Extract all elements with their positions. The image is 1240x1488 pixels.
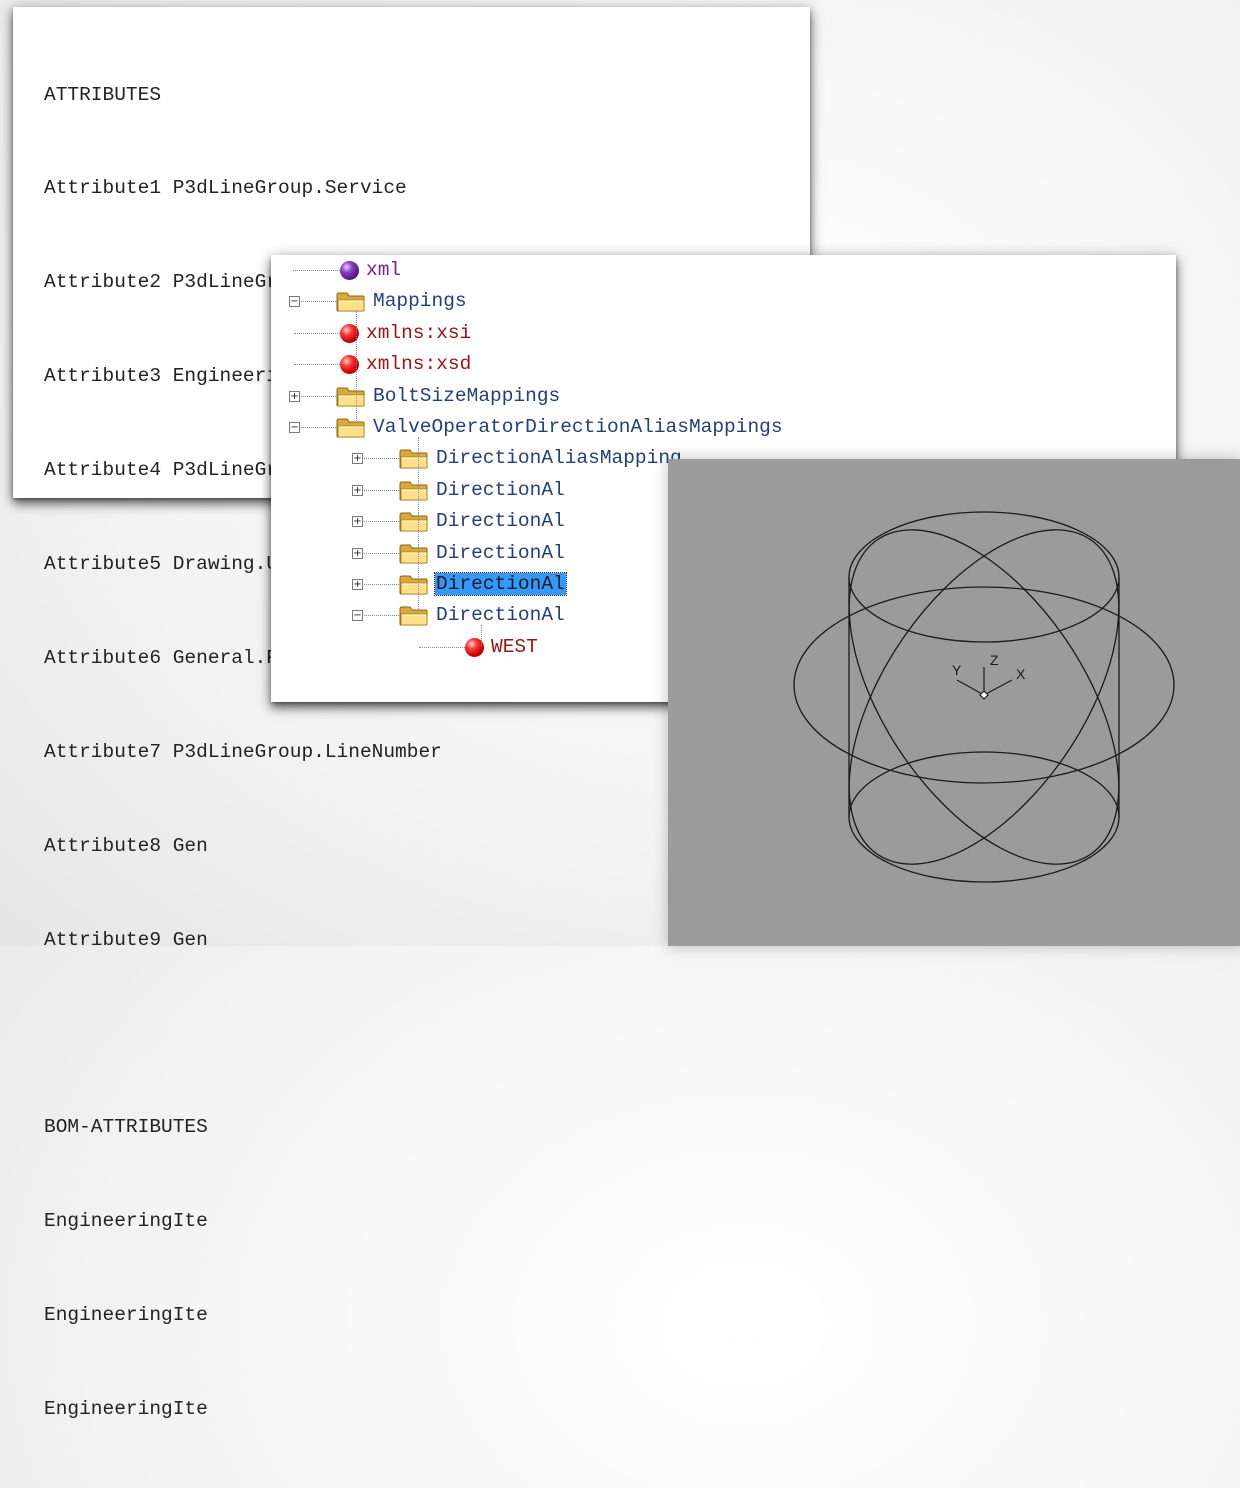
folder-icon — [399, 543, 429, 564]
attributes-line: EngineeringIte — [44, 1398, 208, 1421]
tree-connector — [357, 521, 399, 522]
expand-icon[interactable]: + — [352, 579, 363, 590]
ucs-axis-icon — [956, 667, 1013, 700]
folder-icon — [336, 291, 366, 312]
top-ellipse — [848, 511, 1120, 643]
axis-label-z: Z — [990, 652, 999, 668]
tree-connector — [357, 553, 399, 554]
expand-icon[interactable]: + — [352, 453, 363, 464]
tree-node[interactable]: DirectionAl — [399, 569, 567, 599]
folder-icon — [399, 605, 429, 626]
attributes-line: Attribute9 Gen — [44, 928, 208, 951]
folder-icon — [399, 574, 429, 595]
attributes-list: ATTRIBUTES Attribute1 P3dLineGroup.Servi… — [44, 17, 489, 1488]
attributes-line: ATTRIBUTES — [44, 83, 162, 106]
tree-connector — [294, 364, 340, 365]
tree-node[interactable]: DirectionAl — [399, 506, 566, 536]
tree-guide-line — [481, 625, 482, 647]
attributes-line: Attribute8 Gen — [44, 834, 208, 857]
tree-node[interactable]: DirectionAliasMapping — [399, 443, 683, 473]
collapse-icon[interactable]: − — [352, 610, 363, 621]
attributes-line: EngineeringIte — [44, 1304, 208, 1327]
tree-node-label[interactable]: DirectionAl — [435, 604, 566, 626]
attributes-line: Attribute1 P3dLineGroup.Service — [44, 177, 407, 200]
purple-ball-icon — [340, 260, 359, 280]
tree-node-label[interactable]: DirectionAliasMapping — [435, 447, 683, 469]
axis-label-y: Y — [952, 662, 962, 678]
tree-node[interactable]: DirectionAl — [399, 600, 566, 630]
tree-node-label[interactable]: ValveOperatorDirectionAliasMappings — [372, 416, 784, 438]
tree-connector — [294, 427, 336, 428]
expand-icon[interactable]: + — [352, 485, 363, 496]
tree-connector — [357, 584, 399, 585]
attributes-line: EngineeringIte — [44, 1210, 208, 1233]
axis-label-x: X — [1016, 666, 1026, 682]
tree-connector — [293, 270, 340, 271]
tree-node[interactable]: WEST — [461, 632, 539, 662]
tree-node-label[interactable]: DirectionAl — [435, 510, 566, 532]
tree-connector — [357, 615, 399, 616]
tree-node-label[interactable]: BoltSizeMappings — [372, 385, 561, 407]
collapse-icon[interactable]: − — [289, 422, 300, 433]
tree-connector — [357, 490, 399, 491]
tree-connector — [357, 458, 399, 459]
tree-node[interactable]: BoltSizeMappings — [336, 381, 561, 411]
tree-node-label[interactable]: xmlns:xsi — [365, 322, 472, 344]
expand-icon[interactable]: + — [352, 548, 363, 559]
3d-viewport[interactable]: Z Y X — [668, 459, 1240, 946]
expand-icon[interactable]: + — [352, 516, 363, 527]
collapse-icon[interactable]: − — [289, 296, 300, 307]
folder-icon — [336, 417, 366, 438]
tree-connector — [294, 396, 336, 397]
tree-connector — [294, 333, 340, 334]
folder-icon — [399, 480, 429, 501]
tree-node-label[interactable]: xmlns:xsd — [365, 353, 472, 375]
tree-guide-line — [356, 311, 357, 421]
tree-guide-line — [418, 437, 419, 609]
tree-connector — [419, 647, 465, 648]
tree-node-label[interactable]: WEST — [490, 636, 539, 658]
tree-node-label[interactable]: DirectionAl — [434, 572, 567, 596]
tree-node[interactable]: xml — [336, 255, 402, 285]
wireframe-canvas[interactable]: Z Y X — [668, 459, 1240, 946]
tree-node-label[interactable]: DirectionAl — [435, 542, 566, 564]
attributes-line: Attribute7 P3dLineGroup.LineNumber — [44, 740, 442, 763]
attributes-line — [44, 1019, 489, 1050]
tree-node-label[interactable]: Mappings — [372, 290, 468, 312]
attributes-line: BOM-ATTRIBUTES — [44, 1116, 208, 1139]
folder-icon — [336, 386, 366, 407]
tree-node-label[interactable]: DirectionAl — [435, 479, 566, 501]
tree-node-label[interactable]: xml — [365, 259, 402, 281]
tree-node[interactable]: ValveOperatorDirectionAliasMappings — [336, 412, 784, 442]
folder-icon — [399, 511, 429, 532]
expand-icon[interactable]: + — [289, 391, 300, 402]
bottom-ellipse — [848, 751, 1120, 883]
folder-icon — [399, 448, 429, 469]
tree-node[interactable]: DirectionAl — [399, 475, 566, 505]
tree-node[interactable]: DirectionAl — [399, 538, 566, 568]
